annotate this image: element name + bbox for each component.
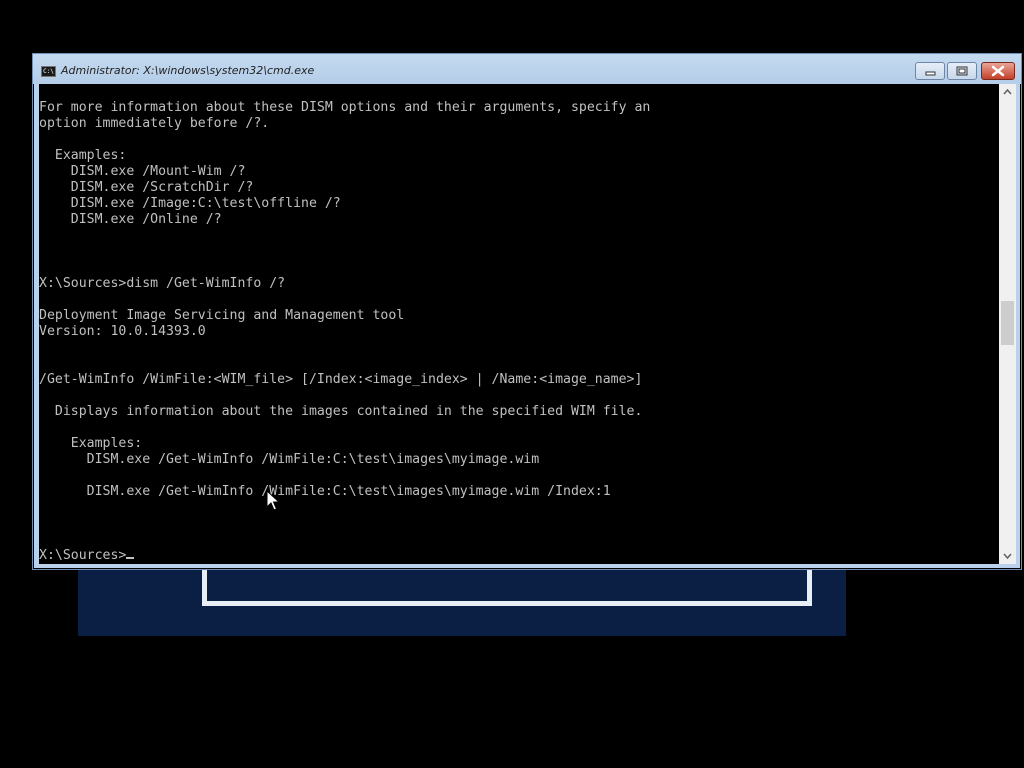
console-line-text: DISM.exe /Online /? <box>39 212 222 227</box>
close-button[interactable] <box>981 62 1015 80</box>
console-line: Version: 10.0.14393.0 <box>39 324 650 340</box>
console-area[interactable]: For more information about these DISM op… <box>39 84 999 564</box>
cmd-icon: C:\ <box>41 66 56 77</box>
console-line-text: DISM.exe /ScratchDir /? <box>39 180 254 195</box>
console-output: For more information about these DISM op… <box>39 100 650 564</box>
minimize-button[interactable] <box>915 62 945 80</box>
console-line: option immediately before /?. <box>39 116 650 132</box>
scroll-up-button[interactable] <box>999 84 1016 101</box>
console-line-text: X:\Sources> <box>39 548 127 563</box>
console-line: DISM.exe /Get-WimInfo /WimFile:C:\test\i… <box>39 452 650 468</box>
scroll-down-button[interactable] <box>999 547 1016 564</box>
console-line: Examples: <box>39 436 650 452</box>
console-line-text: DISM.exe /Mount-Wim /? <box>39 164 246 179</box>
console-line-text: /Get-WimInfo /WimFile:<WIM_file> [/Index… <box>39 372 643 387</box>
restore-icon <box>956 66 968 76</box>
scroll-thumb[interactable] <box>1001 301 1014 345</box>
console-line: DISM.exe /ScratchDir /? <box>39 180 650 196</box>
console-line-text: Version: 10.0.14393.0 <box>39 324 206 339</box>
window-title: Administrator: X:\windows\system32\cmd.e… <box>61 64 315 77</box>
title-bar[interactable]: C:\ Administrator: X:\windows\system32\c… <box>33 54 1021 84</box>
minimize-icon <box>925 71 936 76</box>
console-line: Examples: <box>39 148 650 164</box>
vertical-scrollbar[interactable] <box>999 84 1016 564</box>
console-line: Deployment Image Servicing and Managemen… <box>39 308 650 324</box>
text-caret <box>126 557 135 559</box>
console-line-text: For more information about these DISM op… <box>39 100 651 115</box>
restore-button[interactable] <box>947 62 977 80</box>
console-line-text: Deployment Image Servicing and Managemen… <box>39 308 405 323</box>
console-line-text: option immediately before /?. <box>39 116 270 131</box>
console-line: DISM.exe /Mount-Wim /? <box>39 164 650 180</box>
console-line-text: DISM.exe /Get-WimInfo /WimFile:C:\test\i… <box>39 452 540 467</box>
chevron-down-icon <box>1003 553 1012 560</box>
mouse-pointer-icon <box>266 490 280 511</box>
console-line: DISM.exe /Get-WimInfo /WimFile:C:\test\i… <box>39 484 650 500</box>
chevron-up-icon <box>1003 88 1012 95</box>
console-line: DISM.exe /Image:C:\test\offline /? <box>39 196 650 212</box>
console-line: /Get-WimInfo /WimFile:<WIM_file> [/Index… <box>39 372 650 388</box>
console-line: Displays information about the images co… <box>39 404 650 420</box>
console-line: X:\Sources>dism /Get-WimInfo /? <box>39 276 650 292</box>
console-line: For more information about these DISM op… <box>39 100 650 116</box>
console-line-text: Displays information about the images co… <box>39 404 643 419</box>
console-line-text: Examples: <box>39 148 127 163</box>
console-line-text: DISM.exe /Get-WimInfo /WimFile:C:\test\i… <box>39 484 611 499</box>
console-line-text: Examples: <box>39 436 143 451</box>
command-prompt[interactable]: X:\Sources> <box>39 548 650 564</box>
close-icon <box>991 65 1005 77</box>
console-line-text: X:\Sources>dism /Get-WimInfo /? <box>39 276 286 291</box>
background-setup-dialog <box>78 566 846 636</box>
console-line: DISM.exe /Online /? <box>39 212 650 228</box>
console-line-text: DISM.exe /Image:C:\test\offline /? <box>39 196 341 211</box>
cmd-window[interactable]: C:\ Administrator: X:\windows\system32\c… <box>32 53 1022 570</box>
background-dialog-panel <box>202 566 812 606</box>
